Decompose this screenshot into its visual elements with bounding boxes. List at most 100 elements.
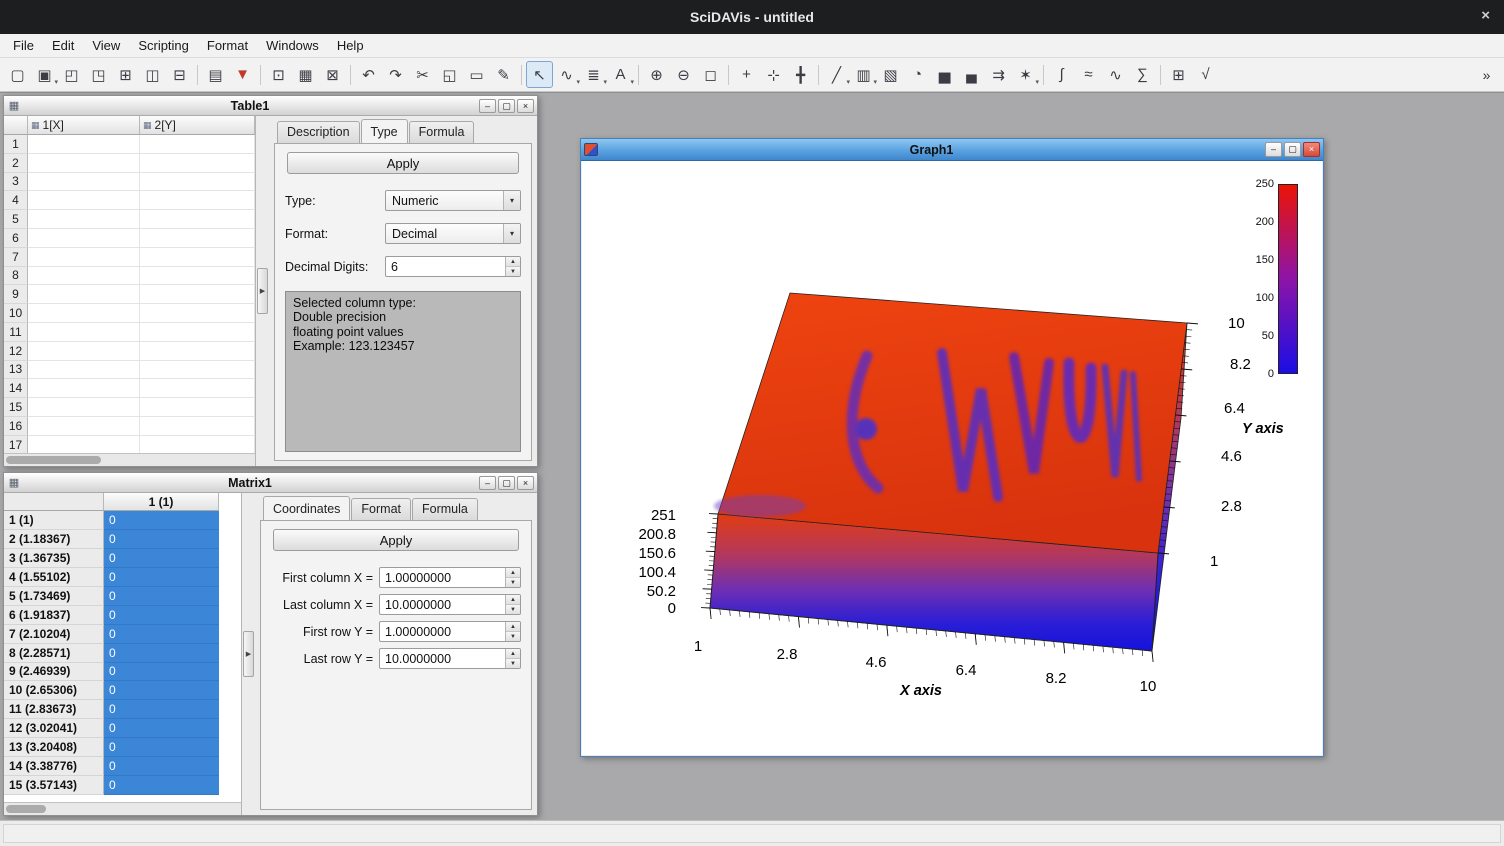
paste-button[interactable]: ▭ bbox=[463, 61, 490, 88]
fft-button[interactable]: ∿ bbox=[1102, 61, 1129, 88]
matrix1-row-header[interactable]: 6 (1.91837) bbox=[4, 606, 104, 625]
matrix1-maximize-button[interactable]: ▢ bbox=[498, 476, 515, 490]
table1-cell-y[interactable] bbox=[140, 398, 255, 417]
table1-row-header[interactable]: 15 bbox=[4, 398, 28, 417]
stepper-down-icon[interactable]: ▼ bbox=[506, 605, 520, 614]
table1-cell-x[interactable] bbox=[28, 210, 140, 229]
coordinate-stepper[interactable]: 1.00000000 ▲ ▼ bbox=[379, 621, 521, 642]
app-titlebar[interactable]: SciDAVis - untitled × bbox=[0, 0, 1504, 34]
matrix1-cell[interactable]: 0 bbox=[104, 568, 219, 587]
matrix1-corner-header[interactable] bbox=[4, 493, 104, 511]
dropdown-arrow-icon[interactable]: ▾ bbox=[503, 224, 520, 243]
matrix1-row-header[interactable]: 13 (3.20408) bbox=[4, 738, 104, 757]
toolbar-overflow-button[interactable]: » bbox=[1473, 61, 1500, 88]
menu-edit[interactable]: Edit bbox=[43, 35, 83, 56]
tab-formula[interactable]: Formula bbox=[412, 498, 478, 522]
coordinate-value[interactable]: 10.0000000 bbox=[380, 595, 505, 614]
save-template-button[interactable]: ⊟ bbox=[166, 61, 193, 88]
table1-row-header[interactable]: 5 bbox=[4, 210, 28, 229]
matrix1-splitter[interactable]: ▶ bbox=[242, 493, 255, 815]
stepper-up-icon[interactable]: ▲ bbox=[506, 622, 520, 632]
table1-cell-x[interactable] bbox=[28, 248, 140, 267]
menu-format[interactable]: Format bbox=[198, 35, 257, 56]
table1-cell-x[interactable] bbox=[28, 229, 140, 248]
matrix1-titlebar[interactable]: ▦ Matrix1 – ▢ × bbox=[4, 473, 537, 493]
table1-row-header[interactable]: 3 bbox=[4, 173, 28, 192]
matrix1-row-header[interactable]: 4 (1.55102) bbox=[4, 568, 104, 587]
table1-row-header[interactable]: 16 bbox=[4, 417, 28, 436]
matrix1-row-header[interactable]: 2 (1.18367) bbox=[4, 530, 104, 549]
graph1-maximize-button[interactable]: ▢ bbox=[1284, 142, 1301, 157]
matrix1-row-header[interactable]: 15 (3.57143) bbox=[4, 776, 104, 795]
coordinate-value[interactable]: 1.00000000 bbox=[380, 568, 505, 587]
table1-cell-x[interactable] bbox=[28, 436, 140, 453]
table1-row-header[interactable]: 7 bbox=[4, 248, 28, 267]
curve-wizard-button[interactable]: ✶ bbox=[1012, 61, 1039, 88]
matrix1-cell[interactable]: 0 bbox=[104, 606, 219, 625]
table1-cell-x[interactable] bbox=[28, 342, 140, 361]
table1-cell-y[interactable] bbox=[140, 154, 255, 173]
table1-cell-y[interactable] bbox=[140, 304, 255, 323]
matrix1-cell[interactable]: 0 bbox=[104, 719, 219, 738]
matrix1-row-header[interactable]: 5 (1.73469) bbox=[4, 587, 104, 606]
menu-windows[interactable]: Windows bbox=[257, 35, 328, 56]
print-button[interactable]: ▤ bbox=[202, 61, 229, 88]
table1-cell-y[interactable] bbox=[140, 135, 255, 154]
table1-row-header[interactable]: 1 bbox=[4, 135, 28, 154]
matrix1-row-header[interactable]: 1 (1) bbox=[4, 511, 104, 530]
dropdown-arrow-icon[interactable]: ▾ bbox=[503, 191, 520, 210]
table1-cell-y[interactable] bbox=[140, 210, 255, 229]
table1-cell-x[interactable] bbox=[28, 323, 140, 342]
export-pdf-button[interactable]: ▼ bbox=[229, 61, 256, 88]
table1-corner-header[interactable] bbox=[4, 116, 28, 135]
matrix1-cell[interactable]: 0 bbox=[104, 700, 219, 719]
table1-titlebar[interactable]: ▦ Table1 – ▢ × bbox=[4, 96, 537, 116]
data-reader-button[interactable]: + bbox=[733, 61, 760, 88]
table1-column-header-y[interactable]: ▦ 2[Y] bbox=[140, 116, 255, 135]
fit-wizard-button[interactable]: ∫ bbox=[1048, 61, 1075, 88]
decimal-digits-value[interactable]: 6 bbox=[386, 257, 505, 276]
table1-cell-x[interactable] bbox=[28, 135, 140, 154]
matrix1-minimize-button[interactable]: – bbox=[479, 476, 496, 490]
plot-bars-button[interactable]: ▅ bbox=[931, 61, 958, 88]
new-aspect-button[interactable]: ▣ bbox=[31, 61, 58, 88]
matrix1-cell[interactable]: 0 bbox=[104, 776, 219, 795]
app-close-button[interactable]: × bbox=[1481, 7, 1490, 24]
stepper-down-icon[interactable]: ▼ bbox=[506, 659, 520, 668]
add-image-button[interactable]: ▧ bbox=[877, 61, 904, 88]
cut-button[interactable]: ✂ bbox=[409, 61, 436, 88]
table1-row-header[interactable]: 12 bbox=[4, 342, 28, 361]
plot-style-button[interactable]: ≣ bbox=[580, 61, 607, 88]
table1-cell-y[interactable] bbox=[140, 285, 255, 304]
table1-row-header[interactable]: 10 bbox=[4, 304, 28, 323]
table1-cell-y[interactable] bbox=[140, 173, 255, 192]
matrix1-column-header[interactable]: 1 (1) bbox=[104, 493, 219, 511]
import-ascii-button[interactable]: ⊞ bbox=[112, 61, 139, 88]
table1-cell-y[interactable] bbox=[140, 436, 255, 453]
matrix1-row-header[interactable]: 10 (2.65306) bbox=[4, 681, 104, 700]
table1-hscrollbar[interactable] bbox=[4, 453, 255, 466]
table1-cell-x[interactable] bbox=[28, 154, 140, 173]
menu-scripting[interactable]: Scripting bbox=[129, 35, 198, 56]
coordinate-stepper[interactable]: 10.0000000 ▲ ▼ bbox=[379, 594, 521, 615]
matrix1-row-header[interactable]: 3 (1.36735) bbox=[4, 549, 104, 568]
zoom-out-button[interactable]: ⊖ bbox=[670, 61, 697, 88]
zoom-in-button[interactable]: ⊕ bbox=[643, 61, 670, 88]
table1-close-button[interactable]: × bbox=[517, 99, 534, 113]
graph1-canvas[interactable]: 12.84.66.48.210 108.26.44.62.81 251200.8… bbox=[582, 161, 1322, 755]
move-points-button[interactable]: ╋ bbox=[787, 61, 814, 88]
matrix1-cell[interactable]: 0 bbox=[104, 530, 219, 549]
coordinate-value[interactable]: 1.00000000 bbox=[380, 622, 505, 641]
matrix1-row-header[interactable]: 11 (2.83673) bbox=[4, 700, 104, 719]
decimal-digits-stepper[interactable]: 6 ▲ ▼ bbox=[385, 256, 521, 277]
draw-line-button[interactable]: ╱ bbox=[823, 61, 850, 88]
tab-type[interactable]: Type bbox=[361, 119, 408, 143]
plot-vectors-button[interactable]: ⇉ bbox=[985, 61, 1012, 88]
matrix1-row-header[interactable]: 14 (3.38776) bbox=[4, 757, 104, 776]
stepper-up-icon[interactable]: ▲ bbox=[506, 568, 520, 578]
table1-cell-x[interactable] bbox=[28, 267, 140, 286]
lock-toolbars-button[interactable]: ⊠ bbox=[319, 61, 346, 88]
pointer-tool-button[interactable]: ↖ bbox=[526, 61, 553, 88]
table1-cell-x[interactable] bbox=[28, 304, 140, 323]
preferences-button[interactable]: ▦ bbox=[292, 61, 319, 88]
